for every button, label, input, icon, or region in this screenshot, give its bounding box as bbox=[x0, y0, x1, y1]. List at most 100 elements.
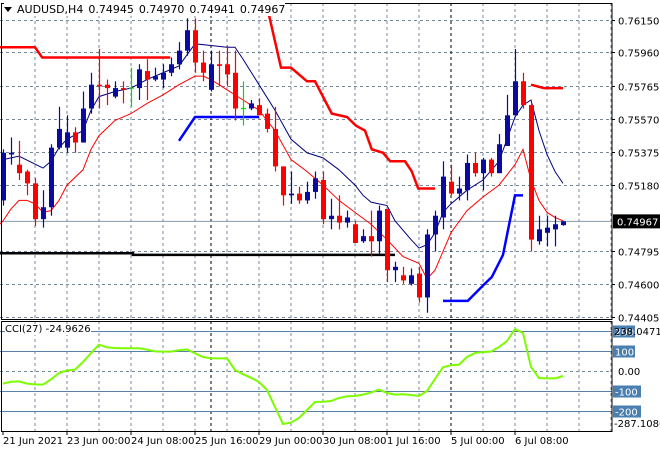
candle-body bbox=[41, 207, 46, 220]
candle bbox=[409, 268, 414, 286]
candle bbox=[513, 48, 518, 116]
candle bbox=[441, 161, 446, 230]
cci-line bbox=[2, 327, 564, 426]
candle-body bbox=[409, 275, 414, 284]
candle bbox=[225, 45, 230, 87]
lower-band-line bbox=[177, 115, 259, 142]
candle bbox=[217, 50, 222, 87]
price-axis-label: 0.75960 bbox=[618, 49, 659, 60]
upper-band-line bbox=[266, 9, 435, 190]
price-axis-label: 0.74600 bbox=[618, 281, 659, 292]
cci-level-label: 100 bbox=[615, 348, 634, 359]
candle-body bbox=[505, 115, 510, 146]
candle-body bbox=[553, 224, 558, 230]
candle-body bbox=[441, 176, 446, 218]
candle-body bbox=[105, 84, 110, 89]
candle-body bbox=[361, 236, 366, 242]
candle-body bbox=[545, 227, 550, 233]
candle-body bbox=[401, 275, 406, 281]
candle-body bbox=[417, 273, 422, 298]
time-axis-label: 25 Jun 16:00 bbox=[195, 436, 259, 447]
candle bbox=[393, 261, 398, 283]
candle bbox=[137, 64, 142, 100]
candle-body bbox=[177, 50, 182, 65]
candle bbox=[353, 220, 358, 243]
candle-body bbox=[377, 210, 382, 242]
candle bbox=[401, 266, 406, 284]
candle bbox=[521, 72, 526, 109]
price-axis-label: 0.75570 bbox=[618, 116, 659, 127]
price-axis-label: 0.75180 bbox=[618, 182, 659, 193]
candle bbox=[537, 215, 542, 245]
candle-body bbox=[49, 147, 54, 208]
candle bbox=[505, 94, 510, 146]
candle-body bbox=[369, 236, 374, 242]
candle bbox=[457, 176, 462, 201]
high-value: 0.74970 bbox=[138, 3, 185, 16]
close-value: 0.74967 bbox=[239, 3, 286, 16]
candle bbox=[241, 81, 246, 126]
candle-body bbox=[385, 208, 390, 271]
candle bbox=[361, 229, 366, 243]
candle bbox=[185, 18, 190, 56]
price-axis-label: 0.75765 bbox=[618, 83, 659, 94]
time-axis-label: 21 Jun 2021 bbox=[3, 436, 63, 447]
candle-body bbox=[217, 64, 222, 66]
candle-body bbox=[313, 178, 318, 192]
time-axis-label: 5 Jul 00:00 bbox=[451, 436, 505, 447]
candle bbox=[265, 108, 270, 133]
candle-body bbox=[329, 215, 334, 220]
candle bbox=[41, 190, 46, 228]
candle-body bbox=[297, 193, 302, 201]
dropdown-triangle-icon[interactable] bbox=[4, 7, 12, 12]
candle-body bbox=[465, 162, 470, 191]
candle bbox=[89, 72, 94, 114]
candle-body bbox=[561, 221, 566, 226]
price-axis-label: 0.74405 bbox=[618, 314, 659, 325]
candle bbox=[209, 50, 214, 92]
candle-body bbox=[353, 224, 358, 243]
candle-body bbox=[121, 88, 126, 90]
candle-body bbox=[305, 191, 310, 201]
candle bbox=[145, 59, 150, 100]
candle-body bbox=[257, 105, 262, 116]
time-axis-label: 30 Jun 08:00 bbox=[323, 436, 387, 447]
cci-max-label: 238.0471 bbox=[614, 327, 660, 338]
price-axis-label: 0.74795 bbox=[618, 248, 659, 259]
candle bbox=[121, 81, 126, 104]
cci-zero-label: 0.00 bbox=[618, 367, 640, 378]
candle bbox=[81, 91, 86, 143]
candle-body bbox=[233, 72, 238, 109]
candle bbox=[25, 169, 30, 196]
candle bbox=[385, 208, 390, 283]
candle-body bbox=[449, 181, 454, 194]
candle-body bbox=[489, 159, 494, 174]
support-line bbox=[0, 251, 395, 257]
cci-level-label: -100 bbox=[615, 388, 638, 399]
candle-body bbox=[265, 113, 270, 129]
candle-body bbox=[521, 81, 526, 106]
candle bbox=[273, 106, 278, 172]
candle bbox=[105, 79, 110, 106]
candle bbox=[169, 57, 174, 77]
candle bbox=[545, 215, 550, 247]
chart-header: AUDUSD,H4 0.74945 0.74970 0.74941 0.7496… bbox=[4, 3, 286, 16]
candle bbox=[529, 103, 534, 252]
candle bbox=[329, 198, 334, 230]
candle-body bbox=[281, 166, 286, 196]
candle bbox=[337, 195, 342, 230]
candle bbox=[313, 171, 318, 199]
candle-body bbox=[185, 30, 190, 51]
candle bbox=[57, 106, 62, 150]
candle-body bbox=[273, 128, 278, 167]
candle-body bbox=[225, 64, 230, 75]
candle-body bbox=[73, 132, 78, 143]
candle bbox=[425, 229, 430, 313]
time-axis-label: 24 Jun 08:00 bbox=[131, 436, 195, 447]
candle-body bbox=[537, 229, 542, 242]
candle-body bbox=[17, 164, 22, 174]
candle-body bbox=[161, 72, 166, 80]
candle-body bbox=[337, 215, 342, 223]
time-axis-label: 29 Jun 00:00 bbox=[259, 436, 323, 447]
symbol-label: AUDUSD,H4 bbox=[17, 3, 84, 16]
